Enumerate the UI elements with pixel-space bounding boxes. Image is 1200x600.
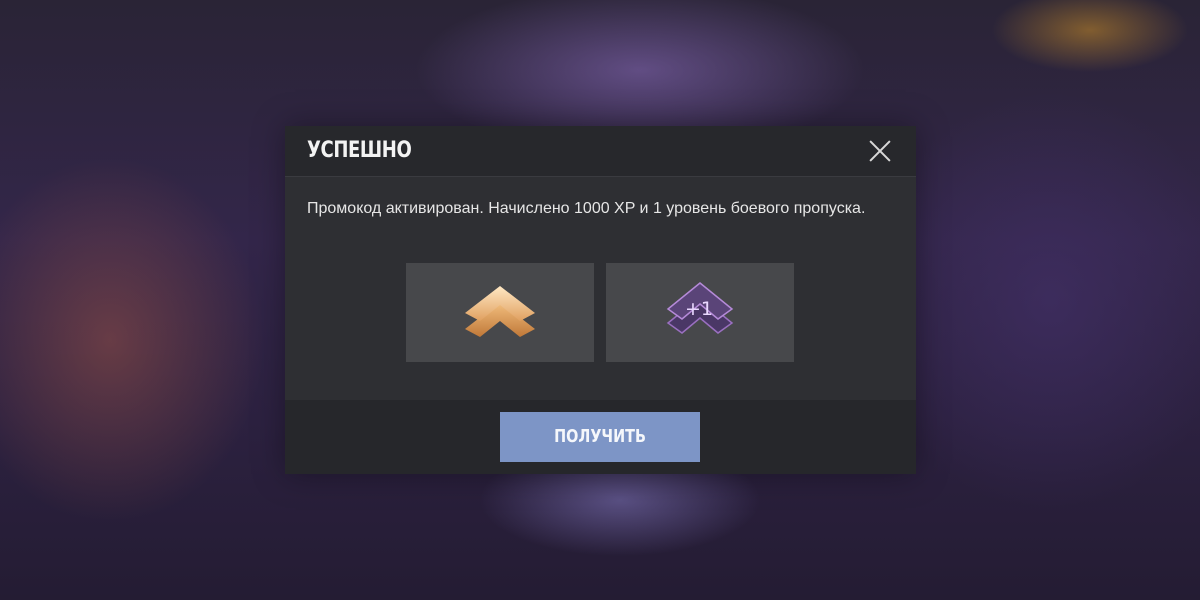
dialog-footer: ПОЛУЧИТЬ xyxy=(285,400,916,474)
xp-chevron-icon xyxy=(465,286,535,337)
close-icon[interactable] xyxy=(867,138,893,164)
reward-tile-xp xyxy=(406,263,594,362)
battle-pass-level-label: +1 xyxy=(685,298,713,320)
dialog-title: УСПЕШНО xyxy=(307,138,412,163)
reward-tile-battle-pass: +1 xyxy=(606,263,794,362)
get-reward-button[interactable]: ПОЛУЧИТЬ xyxy=(500,412,700,462)
dialog-header: УСПЕШНО xyxy=(285,126,916,177)
get-reward-button-label: ПОЛУЧИТЬ xyxy=(554,426,646,447)
success-dialog: УСПЕШНО Промокод активирован. Начислено … xyxy=(285,126,916,474)
dialog-message: Промокод активирован. Начислено 1000 XP … xyxy=(307,200,866,217)
battle-pass-level-icon: +1 xyxy=(666,282,734,334)
